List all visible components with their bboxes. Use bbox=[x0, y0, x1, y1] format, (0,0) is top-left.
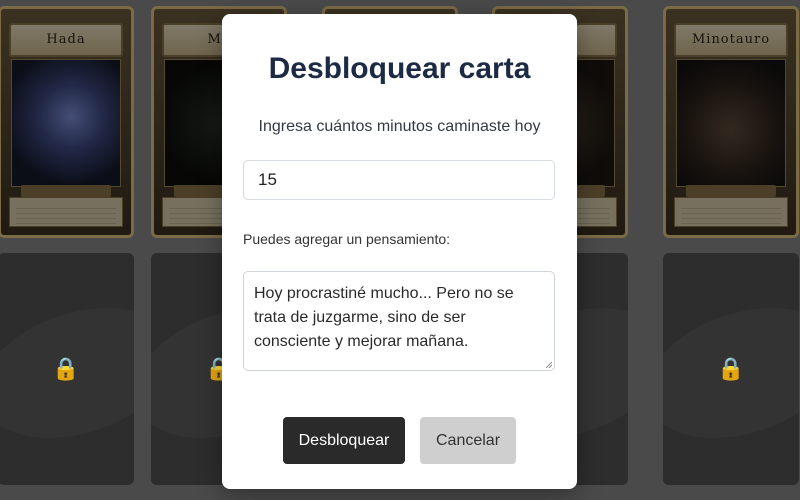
unlock-card-modal: Desbloquear carta Ingresa cuántos minuto… bbox=[222, 14, 577, 489]
cancel-button[interactable]: Cancelar bbox=[420, 417, 516, 464]
modal-subtitle: Ingresa cuántos minutos caminaste hoy bbox=[258, 118, 541, 135]
textarea-resize-handle[interactable] bbox=[546, 362, 552, 368]
thought-textarea[interactable]: Hoy procrastiné mucho... Pero no se trat… bbox=[243, 271, 555, 371]
unlock-button[interactable]: Desbloquear bbox=[283, 417, 405, 464]
thought-label: Puedes agregar un pensamiento: bbox=[243, 231, 451, 247]
minutes-input[interactable] bbox=[243, 160, 555, 200]
modal-title: Desbloquear carta bbox=[268, 52, 531, 85]
